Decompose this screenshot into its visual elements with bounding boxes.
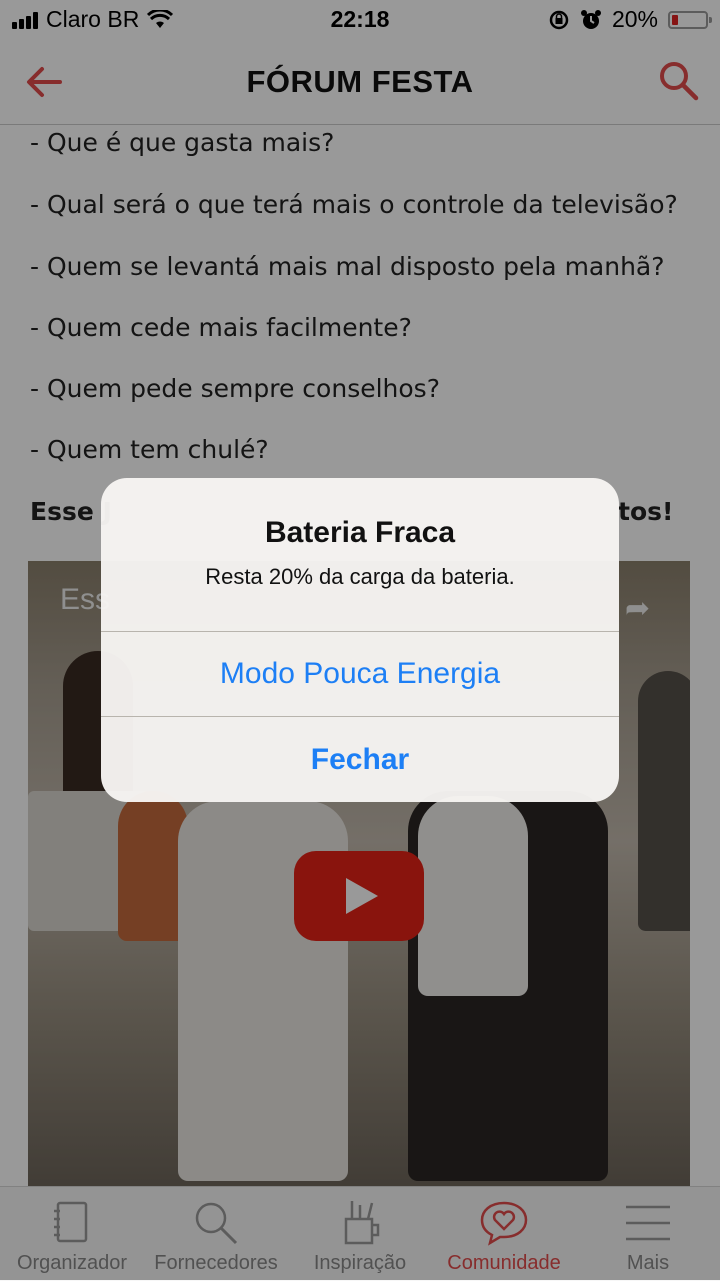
alert-title: Bateria Fraca <box>264 516 456 549</box>
close-button[interactable]: Fechar <box>101 717 619 802</box>
alert-message: Resta 20% da carga da bateria. <box>205 564 515 589</box>
low-power-mode-button[interactable]: Modo Pouca Energia <box>101 632 619 716</box>
low-battery-alert: Bateria Fraca Resta 20% da carga da bate… <box>101 478 619 802</box>
